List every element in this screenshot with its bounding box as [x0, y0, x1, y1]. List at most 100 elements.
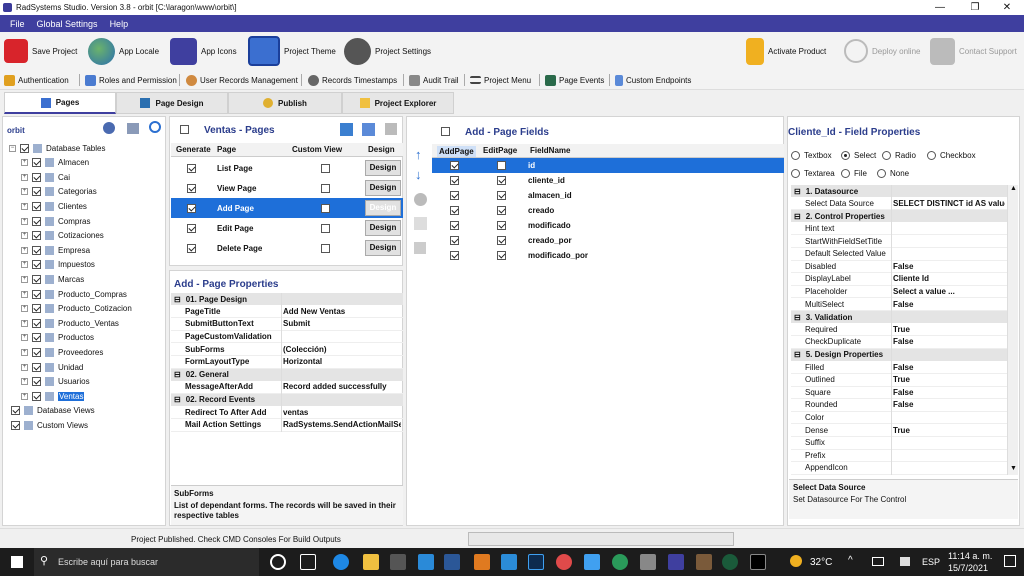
property-value[interactable]: False: [893, 262, 1005, 271]
addpage-checkbox[interactable]: [450, 206, 459, 215]
expand-icon[interactable]: +: [21, 348, 28, 356]
tree-checkbox[interactable]: [32, 377, 41, 387]
type-option-none[interactable]: None: [877, 169, 909, 178]
custom-view-checkbox[interactable]: [321, 183, 330, 193]
design-button[interactable]: Design: [365, 160, 401, 176]
type-option-checkbox[interactable]: Checkbox: [927, 151, 976, 160]
type-option-select[interactable]: Select: [841, 151, 876, 160]
collapse-icon[interactable]: ⊟: [794, 187, 801, 196]
records-timestamps-button[interactable]: Records Timestamps: [308, 73, 397, 87]
property-value[interactable]: (Colección): [283, 345, 401, 354]
editpage-checkbox[interactable]: [497, 236, 506, 245]
property-row[interactable]: MessageAfterAdd Record added successfully: [171, 381, 403, 394]
addpage-checkbox[interactable]: [450, 236, 459, 245]
tree-checkbox[interactable]: [11, 406, 20, 416]
tree-item-impuestos[interactable]: + Impuestos: [21, 258, 95, 272]
property-scrollbar[interactable]: ▲ ▼: [1007, 185, 1018, 475]
property-value[interactable]: False: [893, 400, 1005, 409]
terminal-icon[interactable]: [750, 554, 766, 570]
generate-checkbox[interactable]: [187, 243, 196, 253]
property-row[interactable]: Outlined True: [791, 374, 1007, 387]
notifications-icon[interactable]: [1004, 555, 1016, 567]
tree-item-empresa[interactable]: + Empresa: [21, 243, 90, 257]
editpage-checkbox[interactable]: [497, 191, 506, 200]
design-button[interactable]: Design: [365, 240, 401, 256]
property-row[interactable]: SubmitButtonText Submit: [171, 318, 403, 331]
page-row[interactable]: Delete Page Design: [171, 238, 403, 258]
file-explorer-icon[interactable]: [363, 554, 379, 570]
property-row[interactable]: CheckDuplicate False: [791, 336, 1007, 349]
maximize-button[interactable]: ❐: [960, 1, 990, 14]
word-icon[interactable]: [444, 554, 460, 570]
expand-icon[interactable]: +: [21, 392, 28, 400]
property-row[interactable]: FormLayoutType Horizontal: [171, 356, 403, 369]
property-value[interactable]: False: [893, 388, 1005, 397]
radio-button[interactable]: [841, 169, 850, 178]
property-row[interactable]: Placeholder Select a value ...: [791, 286, 1007, 299]
scroll-down-icon[interactable]: ▼: [1010, 465, 1017, 472]
tab-pages[interactable]: Pages: [4, 92, 116, 114]
save-project-button[interactable]: Save Project: [4, 35, 77, 67]
type-option-textarea[interactable]: Textarea: [791, 169, 835, 178]
field-row[interactable]: cliente_id: [432, 173, 784, 188]
app-icons-button[interactable]: App Icons: [170, 35, 237, 67]
page-row[interactable]: Add Page Design: [171, 198, 403, 218]
project-settings-button[interactable]: Project Settings: [344, 35, 431, 67]
custom-view-checkbox[interactable]: [321, 163, 330, 173]
tree-database-views[interactable]: Database Views: [11, 404, 95, 418]
tree-item-unidad[interactable]: + Unidad: [21, 360, 83, 374]
menu-help[interactable]: Help: [110, 19, 129, 29]
table-gear-icon[interactable]: [127, 123, 139, 134]
user-records-button[interactable]: User Records Management: [186, 73, 298, 87]
property-category[interactable]: ⊟ 3. Validation: [791, 311, 1007, 323]
tab-page-design[interactable]: Page Design: [116, 92, 228, 114]
property-row[interactable]: Prefix: [791, 450, 1007, 463]
expand-icon[interactable]: +: [21, 275, 28, 283]
settings-gear-icon[interactable]: [103, 122, 115, 134]
property-category[interactable]: ⊟ 02. General: [171, 368, 403, 381]
pages-select-all[interactable]: [180, 125, 189, 136]
design-button[interactable]: Design: [365, 180, 401, 196]
generate-checkbox[interactable]: [187, 183, 196, 193]
project-menu-button[interactable]: Project Menu: [470, 73, 531, 87]
property-value[interactable]: ventas: [283, 408, 401, 417]
collapse-icon[interactable]: ⊟: [794, 313, 801, 322]
type-option-textbox[interactable]: Textbox: [791, 151, 832, 160]
delete-page-icon[interactable]: [385, 123, 397, 135]
mail-icon[interactable]: [418, 554, 434, 570]
photoshop-icon[interactable]: [528, 554, 544, 570]
expand-icon[interactable]: +: [21, 305, 28, 313]
property-value[interactable]: Cliente Id: [893, 274, 1005, 283]
expand-icon[interactable]: +: [21, 261, 28, 269]
clock-time[interactable]: 11:14 a. m.: [948, 551, 992, 561]
store-icon[interactable]: [390, 554, 406, 570]
app-green-icon[interactable]: [612, 554, 628, 570]
refresh-icon[interactable]: [149, 121, 161, 133]
addpage-checkbox[interactable]: [450, 176, 459, 185]
tree-checkbox[interactable]: [32, 216, 41, 226]
page-row[interactable]: View Page Design: [171, 178, 403, 198]
volume-icon[interactable]: [900, 557, 910, 566]
minimize-button[interactable]: —: [925, 1, 955, 14]
scroll-up-icon[interactable]: ▲: [1010, 185, 1017, 192]
audit-trail-button[interactable]: Audit Trail: [409, 73, 459, 87]
page-row[interactable]: Edit Page Design: [171, 218, 403, 238]
property-row[interactable]: Required True: [791, 324, 1007, 337]
property-row[interactable]: Disabled False: [791, 261, 1007, 274]
radio-button[interactable]: [927, 151, 936, 160]
taskbar-search[interactable]: ⚲ Escribe aquí para buscar: [34, 548, 259, 576]
tab-project-explorer[interactable]: Project Explorer: [342, 92, 454, 114]
copy-page-icon[interactable]: [362, 123, 375, 136]
property-row[interactable]: DisplayLabel Cliente Id: [791, 273, 1007, 286]
tree-checkbox[interactable]: [11, 420, 20, 430]
radio-button[interactable]: [841, 151, 850, 160]
language[interactable]: ESP: [922, 557, 940, 567]
property-value[interactable]: Select a value ...: [893, 287, 1005, 296]
field-row[interactable]: id: [432, 158, 784, 173]
app-hs-icon[interactable]: [722, 554, 738, 570]
app-brown-icon[interactable]: [696, 554, 712, 570]
tree-checkbox[interactable]: [32, 362, 41, 372]
property-value[interactable]: True: [893, 325, 1005, 334]
expand-icon[interactable]: +: [21, 202, 28, 210]
activate-product-button[interactable]: Activate Product: [746, 35, 826, 67]
